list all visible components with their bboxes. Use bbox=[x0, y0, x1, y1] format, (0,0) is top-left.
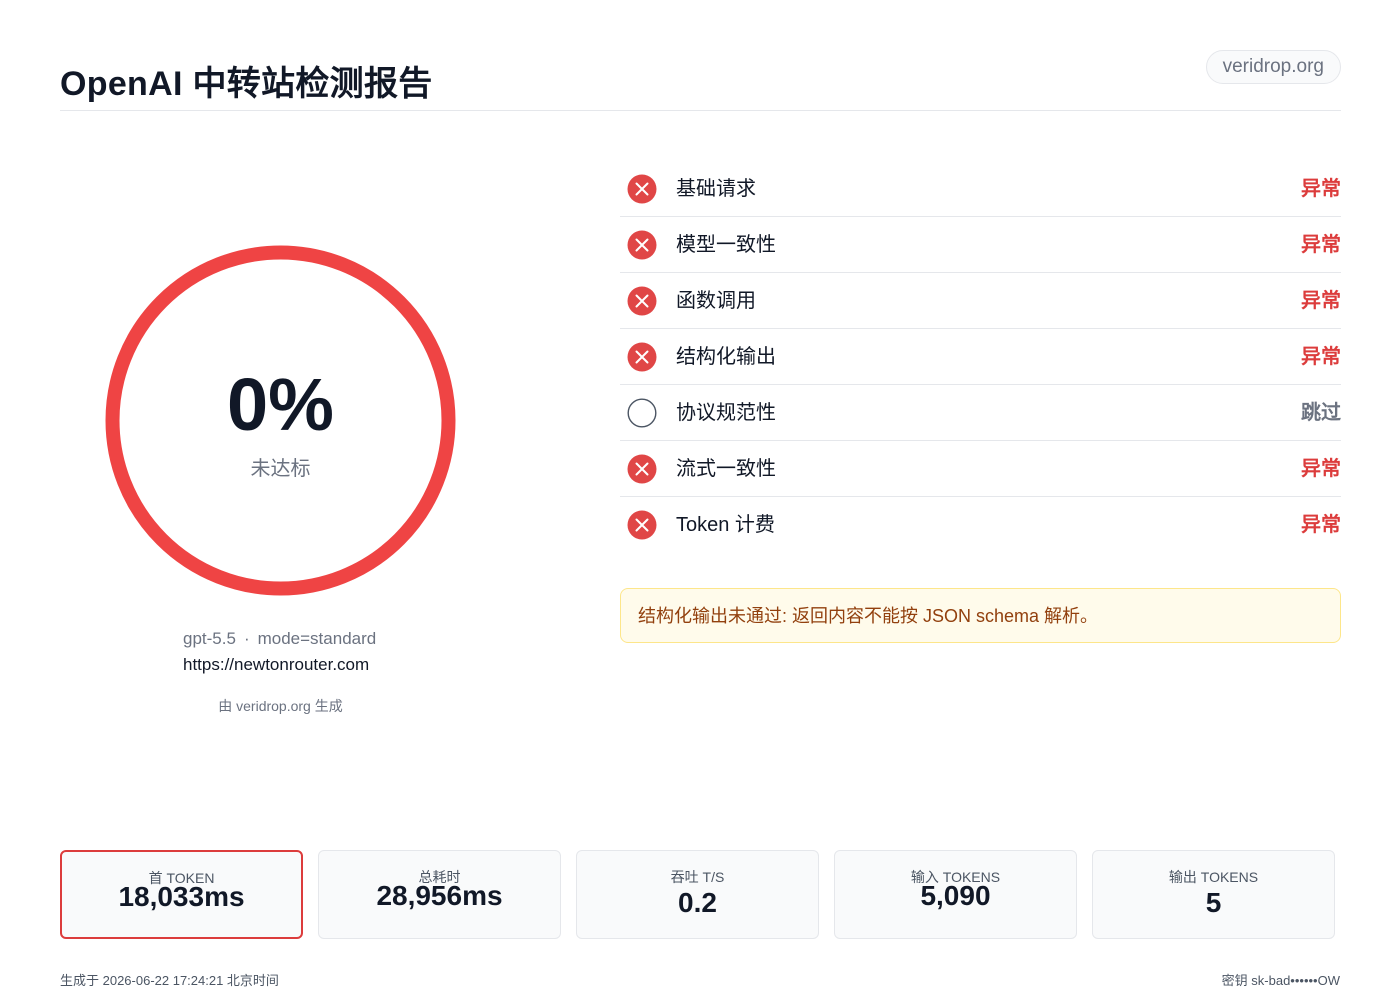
check-row: 模型一致性 异常 bbox=[620, 217, 1341, 273]
check-label: 基础请求 bbox=[676, 178, 756, 200]
x-circle-icon bbox=[627, 230, 657, 260]
check-row: 协议规范性 跳过 bbox=[620, 385, 1341, 441]
check-row: 函数调用 异常 bbox=[620, 273, 1341, 329]
check-status: 异常 bbox=[1301, 178, 1341, 200]
check-row: 基础请求 异常 bbox=[620, 161, 1341, 217]
metric-card-output-tokens: 输出 TOKENS 5 bbox=[1092, 850, 1335, 939]
metric-card-first-token: 首 TOKEN 18,033ms bbox=[60, 850, 303, 939]
metric-label: 输出 TOKENS bbox=[1168, 869, 1259, 885]
generated-timestamp: 生成于 2026-06-22 17:24:21 北京时间 bbox=[60, 973, 279, 988]
metrics-row: 首 TOKEN 18,033ms 总耗时 28,956ms 吞吐 T/S 0.2… bbox=[60, 850, 1341, 941]
alert-text: 结构化输出未通过: 返回内容不能按 JSON schema 解析。 bbox=[638, 606, 1099, 626]
metric-value: 5,090 bbox=[920, 880, 991, 911]
x-circle-icon bbox=[627, 174, 657, 204]
metric-value: 0.2 bbox=[678, 887, 717, 918]
metric-card-throughput: 吞吐 T/S 0.2 bbox=[576, 850, 819, 939]
check-label: 协议规范性 bbox=[676, 402, 776, 424]
check-row: Token 计费 异常 bbox=[620, 497, 1341, 552]
model-meta: gpt-5.5 · mode=standard bbox=[183, 626, 376, 652]
generated-by: 由 veridrop.org 生成 bbox=[218, 698, 343, 714]
check-status: 跳过 bbox=[1301, 402, 1341, 424]
score-ring: 0% 未达标 bbox=[105, 245, 456, 596]
x-circle-icon bbox=[627, 510, 657, 540]
check-label: 结构化输出 bbox=[676, 346, 776, 368]
check-label: 流式一致性 bbox=[676, 458, 776, 480]
x-circle-icon bbox=[627, 342, 657, 372]
metric-card-total-time: 总耗时 28,956ms bbox=[318, 850, 561, 939]
report-header: OpenAI 中转站检测报告 veridrop.org bbox=[60, 48, 1341, 111]
check-status: 异常 bbox=[1301, 458, 1341, 480]
score-label: 未达标 bbox=[250, 458, 311, 480]
model-name: gpt-5.5 bbox=[183, 629, 236, 648]
empty-circle-icon bbox=[627, 398, 657, 428]
domain-badge[interactable]: veridrop.org bbox=[1205, 50, 1341, 84]
check-row: 流式一致性 异常 bbox=[620, 441, 1341, 497]
x-circle-icon bbox=[627, 286, 657, 316]
warning-alert: 结构化输出未通过: 返回内容不能按 JSON schema 解析。 bbox=[620, 588, 1341, 643]
score-value: 0% bbox=[227, 363, 334, 446]
mode-name: mode=standard bbox=[257, 629, 377, 648]
metric-value: 28,956ms bbox=[376, 880, 503, 911]
check-label: Token 计费 bbox=[676, 514, 775, 536]
x-circle-icon bbox=[627, 454, 657, 484]
metric-card-input-tokens: 输入 TOKENS 5,090 bbox=[834, 850, 1077, 939]
check-status: 异常 bbox=[1301, 346, 1341, 368]
check-row: 结构化输出 异常 bbox=[620, 329, 1341, 385]
meta-separator: · bbox=[243, 629, 250, 648]
check-status: 异常 bbox=[1301, 234, 1341, 256]
page-title: OpenAI 中转站检测报告 bbox=[60, 65, 433, 103]
metric-value: 18,033ms bbox=[118, 881, 245, 912]
check-list: 基础请求 异常 模型一致性 异常 函数调用 异常 结构化输出 异常 协议规范性 … bbox=[620, 161, 1341, 552]
check-status: 异常 bbox=[1301, 514, 1341, 536]
check-label: 函数调用 bbox=[676, 290, 756, 312]
report-page: OpenAI 中转站检测报告 veridrop.org 0% 未达标 gpt-5… bbox=[0, 0, 1400, 1000]
check-status: 异常 bbox=[1301, 290, 1341, 312]
metric-label: 吞吐 T/S bbox=[670, 869, 725, 885]
check-label: 模型一致性 bbox=[676, 234, 776, 256]
metric-value: 5 bbox=[1205, 887, 1222, 918]
endpoint-url[interactable]: https://newtonrouter.com bbox=[183, 652, 369, 678]
masked-api-key: 密钥 sk-bad••••••OW bbox=[1221, 973, 1340, 988]
